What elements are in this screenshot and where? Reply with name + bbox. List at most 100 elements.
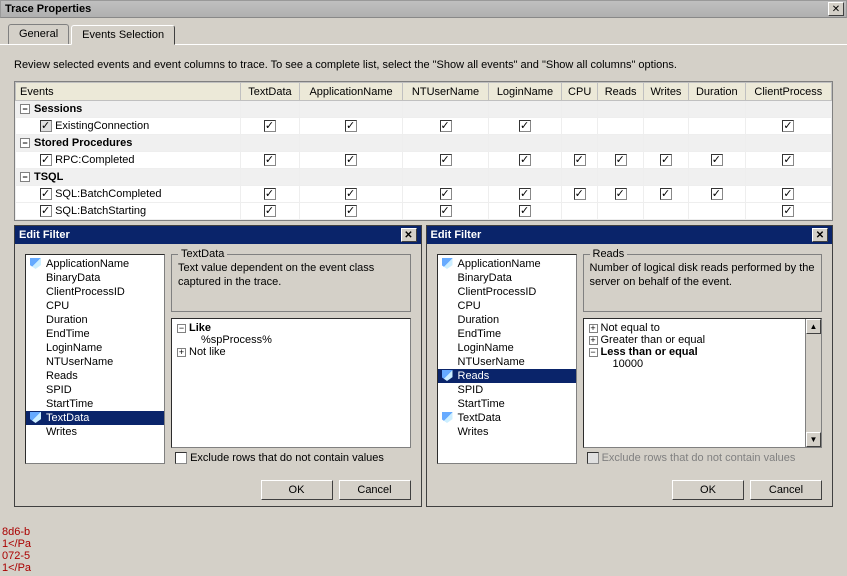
- cell-checkbox[interactable]: [264, 188, 276, 200]
- cell-checkbox[interactable]: [264, 120, 276, 132]
- cell-checkbox[interactable]: [782, 188, 794, 200]
- event-checkbox[interactable]: [40, 205, 52, 217]
- cell-checkbox[interactable]: [440, 205, 452, 217]
- bg-text: 1</Pa: [2, 562, 31, 574]
- cell-checkbox[interactable]: [782, 205, 794, 217]
- close-button[interactable]: ✕: [828, 2, 844, 16]
- cell-checkbox[interactable]: [345, 205, 357, 217]
- close-button[interactable]: ✕: [812, 228, 828, 242]
- col-ntusername[interactable]: NTUserName: [403, 83, 489, 101]
- cell-checkbox[interactable]: [574, 188, 586, 200]
- filter-criteria-tree[interactable]: +Not equal to +Greater than or equal −Le…: [583, 318, 823, 448]
- list-item[interactable]: NTUserName: [26, 355, 164, 369]
- tab-events-selection[interactable]: Events Selection: [71, 25, 175, 45]
- list-item[interactable]: SPID: [26, 383, 164, 397]
- tree-node-gte[interactable]: Greater than or equal: [601, 334, 706, 346]
- col-loginname[interactable]: LoginName: [488, 83, 561, 101]
- list-item[interactable]: ClientProcessID: [26, 285, 164, 299]
- list-item[interactable]: Writes: [438, 425, 576, 439]
- list-item[interactable]: BinaryData: [26, 271, 164, 285]
- collapse-icon[interactable]: −: [20, 138, 30, 148]
- column-list[interactable]: ApplicationName BinaryData ClientProcess…: [25, 254, 165, 464]
- collapse-icon[interactable]: −: [177, 324, 186, 333]
- list-item[interactable]: ApplicationName: [438, 257, 576, 271]
- list-item[interactable]: ApplicationName: [26, 257, 164, 271]
- col-clientprocess[interactable]: ClientProcess: [745, 83, 831, 101]
- list-item[interactable]: LoginName: [26, 341, 164, 355]
- col-duration[interactable]: Duration: [688, 83, 745, 101]
- col-cpu[interactable]: CPU: [562, 83, 598, 101]
- list-item[interactable]: EndTime: [26, 327, 164, 341]
- col-writes[interactable]: Writes: [644, 83, 689, 101]
- ok-button[interactable]: OK: [672, 480, 744, 500]
- cell-checkbox[interactable]: [519, 154, 531, 166]
- scroll-down-icon[interactable]: ▼: [806, 432, 821, 447]
- list-item[interactable]: ClientProcessID: [438, 285, 576, 299]
- tree-node-like[interactable]: Like: [189, 322, 211, 334]
- list-item[interactable]: SPID: [438, 383, 576, 397]
- tree-node-notlike[interactable]: Not like: [189, 346, 226, 358]
- list-item[interactable]: CPU: [438, 299, 576, 313]
- list-item[interactable]: BinaryData: [438, 271, 576, 285]
- cell-checkbox[interactable]: [782, 120, 794, 132]
- cell-checkbox[interactable]: [615, 188, 627, 200]
- col-applicationname[interactable]: ApplicationName: [299, 83, 402, 101]
- event-checkbox[interactable]: [40, 154, 52, 166]
- cell-checkbox[interactable]: [264, 154, 276, 166]
- tree-node-lte[interactable]: Less than or equal: [601, 346, 698, 358]
- expand-icon[interactable]: +: [589, 324, 598, 333]
- collapse-icon[interactable]: −: [20, 104, 30, 114]
- cell-checkbox[interactable]: [615, 154, 627, 166]
- cancel-button[interactable]: Cancel: [750, 480, 822, 500]
- cancel-button[interactable]: Cancel: [339, 480, 411, 500]
- list-item[interactable]: TextData: [26, 411, 164, 425]
- list-item[interactable]: Duration: [438, 313, 576, 327]
- col-reads[interactable]: Reads: [598, 83, 644, 101]
- close-button[interactable]: ✕: [401, 228, 417, 242]
- list-item[interactable]: Reads: [26, 369, 164, 383]
- cell-checkbox[interactable]: [519, 188, 531, 200]
- col-events[interactable]: Events: [16, 83, 241, 101]
- cell-checkbox[interactable]: [440, 188, 452, 200]
- collapse-icon[interactable]: −: [589, 348, 598, 357]
- cell-checkbox[interactable]: [660, 154, 672, 166]
- exclude-checkbox[interactable]: [175, 452, 187, 464]
- cell-checkbox[interactable]: [711, 188, 723, 200]
- column-list[interactable]: ApplicationName BinaryData ClientProcess…: [437, 254, 577, 464]
- tree-value[interactable]: 10000: [587, 358, 819, 370]
- cell-checkbox[interactable]: [519, 205, 531, 217]
- cell-checkbox[interactable]: [264, 205, 276, 217]
- cell-checkbox[interactable]: [345, 120, 357, 132]
- event-checkbox[interactable]: [40, 120, 52, 132]
- list-item[interactable]: CPU: [26, 299, 164, 313]
- list-item[interactable]: Writes: [26, 425, 164, 439]
- list-item[interactable]: Duration: [26, 313, 164, 327]
- tab-general[interactable]: General: [8, 24, 69, 44]
- cell-checkbox[interactable]: [519, 120, 531, 132]
- list-item[interactable]: Reads: [438, 369, 576, 383]
- expand-icon[interactable]: +: [589, 336, 598, 345]
- list-item[interactable]: LoginName: [438, 341, 576, 355]
- cell-checkbox[interactable]: [574, 154, 586, 166]
- list-item[interactable]: NTUserName: [438, 355, 576, 369]
- event-checkbox[interactable]: [40, 188, 52, 200]
- list-item[interactable]: TextData: [438, 411, 576, 425]
- expand-icon[interactable]: +: [177, 348, 186, 357]
- cell-checkbox[interactable]: [440, 154, 452, 166]
- collapse-icon[interactable]: −: [20, 172, 30, 182]
- cell-checkbox[interactable]: [782, 154, 794, 166]
- ok-button[interactable]: OK: [261, 480, 333, 500]
- list-item[interactable]: EndTime: [438, 327, 576, 341]
- filter-criteria-tree[interactable]: −Like %spProcess% +Not like: [171, 318, 411, 448]
- cell-checkbox[interactable]: [711, 154, 723, 166]
- tree-value[interactable]: %spProcess%: [175, 334, 407, 346]
- list-item[interactable]: StartTime: [438, 397, 576, 411]
- list-item[interactable]: StartTime: [26, 397, 164, 411]
- tree-node-neq[interactable]: Not equal to: [601, 322, 660, 334]
- cell-checkbox[interactable]: [345, 188, 357, 200]
- cell-checkbox[interactable]: [660, 188, 672, 200]
- cell-checkbox[interactable]: [440, 120, 452, 132]
- scroll-up-icon[interactable]: ▲: [806, 319, 821, 334]
- col-textdata[interactable]: TextData: [241, 83, 300, 101]
- cell-checkbox[interactable]: [345, 154, 357, 166]
